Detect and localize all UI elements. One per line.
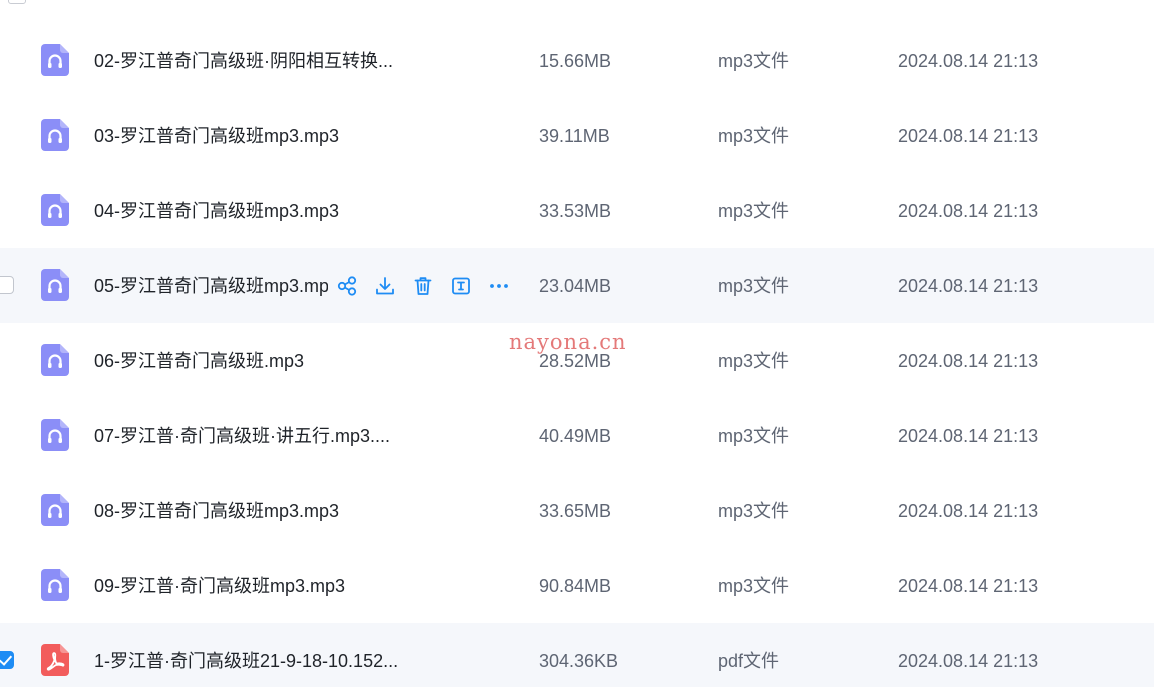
file-type: mp3文件 — [718, 126, 790, 146]
audio-file-icon — [41, 269, 69, 301]
audio-file-icon — [41, 194, 69, 226]
delete-icon[interactable] — [412, 275, 434, 297]
file-row[interactable]: 04-罗江普奇门高级班mp3.mp3 33.53MB mp3文件 2024.08… — [0, 173, 1154, 248]
share-icon[interactable] — [336, 275, 358, 297]
file-name[interactable]: 03-罗江普奇门高级班mp3.mp3 — [94, 125, 339, 147]
audio-file-icon — [41, 344, 69, 376]
file-modified-date: 2024.08.14 21:13 — [898, 51, 1039, 71]
file-row[interactable]: 03-罗江普奇门高级班mp3.mp3 39.11MB mp3文件 2024.08… — [0, 98, 1154, 173]
download-icon[interactable] — [374, 275, 396, 297]
audio-file-icon — [41, 44, 69, 76]
file-name[interactable]: 02-罗江普奇门高级班·阴阳相互转换... — [94, 50, 393, 72]
audio-file-icon — [41, 494, 69, 526]
pdf-file-icon — [41, 644, 69, 676]
audio-file-icon — [41, 119, 69, 151]
file-list-view: 02-罗江普奇门高级班·阴阳相互转换... 15.66MB mp3文件 2024… — [0, 0, 1154, 687]
file-modified-date: 2024.08.14 21:13 — [898, 651, 1039, 671]
audio-file-icon — [41, 569, 69, 601]
file-name[interactable]: 1-罗江普·奇门高级班21-9-18-10.152... — [94, 650, 398, 672]
file-modified-date: 2024.08.14 21:13 — [898, 501, 1039, 521]
previous-row-remnant — [0, 0, 1154, 8]
file-type: mp3文件 — [718, 501, 790, 521]
file-name[interactable]: 08-罗江普奇门高级班mp3.mp3 — [94, 500, 339, 522]
rename-icon[interactable] — [450, 275, 472, 297]
more-icon[interactable] — [488, 275, 510, 297]
file-type: mp3文件 — [718, 276, 790, 296]
file-rows: 02-罗江普奇门高级班·阴阳相互转换... 15.66MB mp3文件 2024… — [0, 23, 1154, 687]
file-type: mp3文件 — [718, 576, 790, 596]
file-row[interactable]: 1-罗江普·奇门高级班21-9-18-10.152... 304.36KB pd… — [0, 623, 1154, 687]
file-modified-date: 2024.08.14 21:13 — [898, 576, 1039, 596]
row-checkbox[interactable] — [0, 651, 14, 669]
file-modified-date: 2024.08.14 21:13 — [898, 276, 1039, 296]
file-row[interactable]: 05-罗江普奇门高级班mp3.mp3 23.04MB mp3文件 2024.08… — [0, 248, 1154, 323]
file-name[interactable]: 07-罗江普·奇门高级班·讲五行.mp3.... — [94, 425, 390, 447]
file-size: 304.36KB — [539, 651, 619, 671]
file-name[interactable]: 06-罗江普奇门高级班.mp3 — [94, 350, 304, 372]
file-row[interactable]: 07-罗江普·奇门高级班·讲五行.mp3.... 40.49MB mp3文件 2… — [0, 398, 1154, 473]
file-row[interactable]: 02-罗江普奇门高级班·阴阳相互转换... 15.66MB mp3文件 2024… — [0, 23, 1154, 98]
file-modified-date: 2024.08.14 21:13 — [898, 426, 1039, 446]
audio-file-icon — [41, 419, 69, 451]
file-size: 40.49MB — [539, 426, 612, 446]
file-name[interactable]: 09-罗江普·奇门高级班mp3.mp3 — [94, 575, 345, 597]
row-checkbox[interactable] — [8, 0, 26, 4]
file-size: 15.66MB — [539, 51, 612, 71]
file-type: mp3文件 — [718, 51, 790, 71]
file-type: mp3文件 — [718, 426, 790, 446]
checkmark-icon — [0, 652, 13, 666]
file-row[interactable]: 09-罗江普·奇门高级班mp3.mp3 90.84MB mp3文件 2024.0… — [0, 548, 1154, 623]
file-row[interactable]: 08-罗江普奇门高级班mp3.mp3 33.65MB mp3文件 2024.08… — [0, 473, 1154, 548]
file-name[interactable]: 05-罗江普奇门高级班mp3.mp3 — [94, 275, 328, 297]
file-name[interactable]: 04-罗江普奇门高级班mp3.mp3 — [94, 200, 339, 222]
file-size: 33.53MB — [539, 201, 612, 221]
row-actions — [336, 274, 526, 298]
file-modified-date: 2024.08.14 21:13 — [898, 351, 1039, 371]
file-type: pdf文件 — [718, 651, 780, 671]
file-size: 33.65MB — [539, 501, 612, 521]
file-size: 23.04MB — [539, 276, 612, 296]
file-size: 90.84MB — [539, 576, 612, 596]
file-size: 39.11MB — [539, 126, 610, 146]
row-checkbox[interactable] — [0, 276, 14, 294]
file-type: mp3文件 — [718, 351, 790, 371]
file-type: mp3文件 — [718, 201, 790, 221]
watermark: nayona.cn — [509, 330, 627, 354]
file-modified-date: 2024.08.14 21:13 — [898, 201, 1039, 221]
file-modified-date: 2024.08.14 21:13 — [898, 126, 1039, 146]
